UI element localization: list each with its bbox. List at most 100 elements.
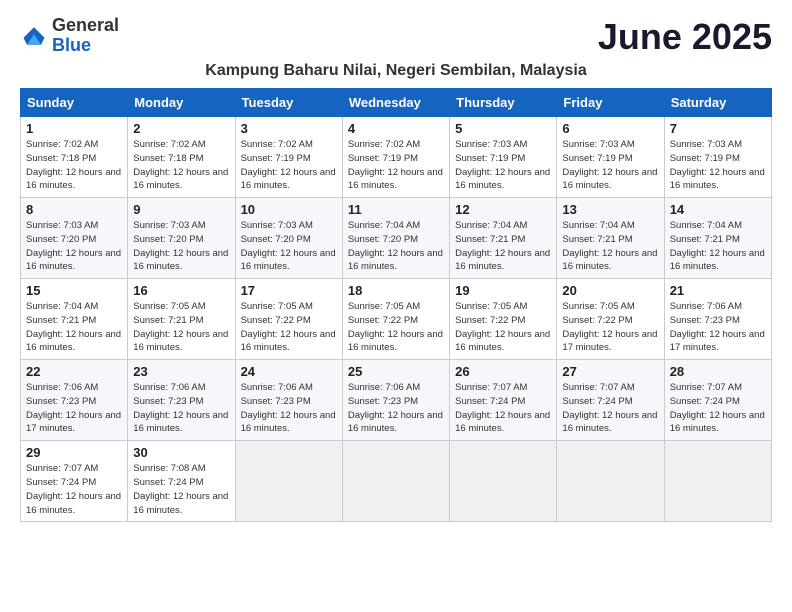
day-info: Sunrise: 7:03 AMSunset: 7:20 PMDaylight:… xyxy=(133,219,229,274)
day-info: Sunrise: 7:05 AMSunset: 7:22 PMDaylight:… xyxy=(241,300,337,355)
day-number: 10 xyxy=(241,202,337,217)
day-number: 22 xyxy=(26,364,122,379)
table-row: 5Sunrise: 7:03 AMSunset: 7:19 PMDaylight… xyxy=(450,117,557,198)
day-number: 26 xyxy=(455,364,551,379)
table-row: 25Sunrise: 7:06 AMSunset: 7:23 PMDayligh… xyxy=(342,360,449,441)
logo-text: General Blue xyxy=(52,16,119,56)
day-info: Sunrise: 7:03 AMSunset: 7:20 PMDaylight:… xyxy=(26,219,122,274)
col-tuesday: Tuesday xyxy=(235,89,342,117)
col-friday: Friday xyxy=(557,89,664,117)
day-info: Sunrise: 7:03 AMSunset: 7:19 PMDaylight:… xyxy=(455,138,551,193)
day-info: Sunrise: 7:05 AMSunset: 7:22 PMDaylight:… xyxy=(455,300,551,355)
day-info: Sunrise: 7:03 AMSunset: 7:20 PMDaylight:… xyxy=(241,219,337,274)
day-number: 17 xyxy=(241,283,337,298)
table-row: 11 Sunrise: 7:04 AMSunset: 7:20 PMDayligh… xyxy=(342,198,449,279)
location-title: Kampung Baharu Nilai, Negeri Sembilan, M… xyxy=(20,62,772,80)
day-info: Sunrise: 7:03 AMSunset: 7:19 PMDaylight:… xyxy=(562,138,658,193)
table-row xyxy=(557,441,664,522)
day-info: Sunrise: 7:04 AMSunset: 7:21 PMDaylight:… xyxy=(670,219,766,274)
day-number: 6 xyxy=(562,121,658,136)
day-info: Sunrise: 7:02 AMSunset: 7:19 PMDaylight:… xyxy=(241,138,337,193)
col-thursday: Thursday xyxy=(450,89,557,117)
day-info: Sunrise: 7:03 AMSunset: 7:19 PMDaylight:… xyxy=(670,138,766,193)
day-info: Sunrise: 7:04 AMSunset: 7:20 PMDaylight:… xyxy=(348,219,444,274)
logo-icon xyxy=(20,22,48,50)
table-row: 16 Sunrise: 7:05 AMSunset: 7:21 PMDayligh… xyxy=(128,279,235,360)
calendar-row: 22 Sunrise: 7:06 AMSunset: 7:23 PMDayligh… xyxy=(21,360,772,441)
table-row: 12Sunrise: 7:04 AMSunset: 7:21 PMDayligh… xyxy=(450,198,557,279)
calendar-row: 15 Sunrise: 7:04 AMSunset: 7:21 PMDayligh… xyxy=(21,279,772,360)
logo-general: General xyxy=(52,15,119,35)
day-number: 4 xyxy=(348,121,444,136)
table-row: 6 Sunrise: 7:03 AMSunset: 7:19 PMDaylight… xyxy=(557,117,664,198)
day-number: 16 xyxy=(133,283,229,298)
table-row xyxy=(450,441,557,522)
table-row: 4 Sunrise: 7:02 AMSunset: 7:19 PMDaylight… xyxy=(342,117,449,198)
col-wednesday: Wednesday xyxy=(342,89,449,117)
table-row: 15 Sunrise: 7:04 AMSunset: 7:21 PMDayligh… xyxy=(21,279,128,360)
table-row: 27 Sunrise: 7:07 AMSunset: 7:24 PMDayligh… xyxy=(557,360,664,441)
day-info: Sunrise: 7:02 AMSunset: 7:19 PMDaylight:… xyxy=(348,138,444,193)
table-row: 29 Sunrise: 7:07 AMSunset: 7:24 PMDayligh… xyxy=(21,441,128,522)
day-number: 25 xyxy=(348,364,444,379)
table-row: 24 Sunrise: 7:06 AMSunset: 7:23 PMDayligh… xyxy=(235,360,342,441)
table-row: 8 Sunrise: 7:03 AMSunset: 7:20 PMDaylight… xyxy=(21,198,128,279)
calendar-header-row: Sunday Monday Tuesday Wednesday Thursday… xyxy=(21,89,772,117)
day-info: Sunrise: 7:02 AMSunset: 7:18 PMDaylight:… xyxy=(133,138,229,193)
table-row xyxy=(342,441,449,522)
day-info: Sunrise: 7:07 AMSunset: 7:24 PMDaylight:… xyxy=(26,462,122,517)
table-row: 17 Sunrise: 7:05 AMSunset: 7:22 PMDayligh… xyxy=(235,279,342,360)
day-number: 9 xyxy=(133,202,229,217)
day-number: 18 xyxy=(348,283,444,298)
header: General Blue June 2025 xyxy=(20,16,772,58)
table-row: 2 Sunrise: 7:02 AMSunset: 7:18 PMDaylight… xyxy=(128,117,235,198)
col-sunday: Sunday xyxy=(21,89,128,117)
day-info: Sunrise: 7:06 AMSunset: 7:23 PMDaylight:… xyxy=(133,381,229,436)
table-row: 7 Sunrise: 7:03 AMSunset: 7:19 PMDaylight… xyxy=(664,117,771,198)
day-number: 3 xyxy=(241,121,337,136)
table-row: 18 Sunrise: 7:05 AMSunset: 7:22 PMDayligh… xyxy=(342,279,449,360)
day-number: 8 xyxy=(26,202,122,217)
month-title: June 2025 xyxy=(598,16,772,58)
day-number: 11 xyxy=(348,202,444,217)
calendar-row: 1 Sunrise: 7:02 AMSunset: 7:18 PMDaylight… xyxy=(21,117,772,198)
table-row: 14Sunrise: 7:04 AMSunset: 7:21 PMDayligh… xyxy=(664,198,771,279)
day-number: 23 xyxy=(133,364,229,379)
day-number: 30 xyxy=(133,445,229,460)
day-info: Sunrise: 7:06 AMSunset: 7:23 PMDaylight:… xyxy=(241,381,337,436)
day-number: 13 xyxy=(562,202,658,217)
day-number: 27 xyxy=(562,364,658,379)
day-info: Sunrise: 7:05 AMSunset: 7:22 PMDaylight:… xyxy=(562,300,658,355)
col-saturday: Saturday xyxy=(664,89,771,117)
day-number: 19 xyxy=(455,283,551,298)
day-number: 29 xyxy=(26,445,122,460)
calendar-row: 8 Sunrise: 7:03 AMSunset: 7:20 PMDaylight… xyxy=(21,198,772,279)
table-row xyxy=(235,441,342,522)
day-info: Sunrise: 7:06 AMSunset: 7:23 PMDaylight:… xyxy=(26,381,122,436)
day-number: 28 xyxy=(670,364,766,379)
day-number: 24 xyxy=(241,364,337,379)
day-info: Sunrise: 7:05 AMSunset: 7:22 PMDaylight:… xyxy=(348,300,444,355)
logo-blue: Blue xyxy=(52,35,91,55)
table-row xyxy=(664,441,771,522)
col-monday: Monday xyxy=(128,89,235,117)
day-info: Sunrise: 7:04 AMSunset: 7:21 PMDaylight:… xyxy=(26,300,122,355)
table-row: 20 Sunrise: 7:05 AMSunset: 7:22 PMDayligh… xyxy=(557,279,664,360)
day-info: Sunrise: 7:05 AMSunset: 7:21 PMDaylight:… xyxy=(133,300,229,355)
table-row: 9 Sunrise: 7:03 AMSunset: 7:20 PMDaylight… xyxy=(128,198,235,279)
table-row: 28Sunrise: 7:07 AMSunset: 7:24 PMDayligh… xyxy=(664,360,771,441)
table-row: 26Sunrise: 7:07 AMSunset: 7:24 PMDayligh… xyxy=(450,360,557,441)
day-number: 1 xyxy=(26,121,122,136)
table-row: 3 Sunrise: 7:02 AMSunset: 7:19 PMDaylight… xyxy=(235,117,342,198)
table-row: 1Sunrise: 7:02 AMSunset: 7:18 PMDaylight… xyxy=(21,117,128,198)
table-row: 22 Sunrise: 7:06 AMSunset: 7:23 PMDayligh… xyxy=(21,360,128,441)
day-info: Sunrise: 7:07 AMSunset: 7:24 PMDaylight:… xyxy=(562,381,658,436)
table-row: 30Sunrise: 7:08 AMSunset: 7:24 PMDayligh… xyxy=(128,441,235,522)
day-number: 12 xyxy=(455,202,551,217)
calendar-row: 29 Sunrise: 7:07 AMSunset: 7:24 PMDayligh… xyxy=(21,441,772,522)
day-number: 7 xyxy=(670,121,766,136)
day-number: 15 xyxy=(26,283,122,298)
day-number: 20 xyxy=(562,283,658,298)
day-number: 2 xyxy=(133,121,229,136)
calendar-table: Sunday Monday Tuesday Wednesday Thursday… xyxy=(20,88,772,522)
